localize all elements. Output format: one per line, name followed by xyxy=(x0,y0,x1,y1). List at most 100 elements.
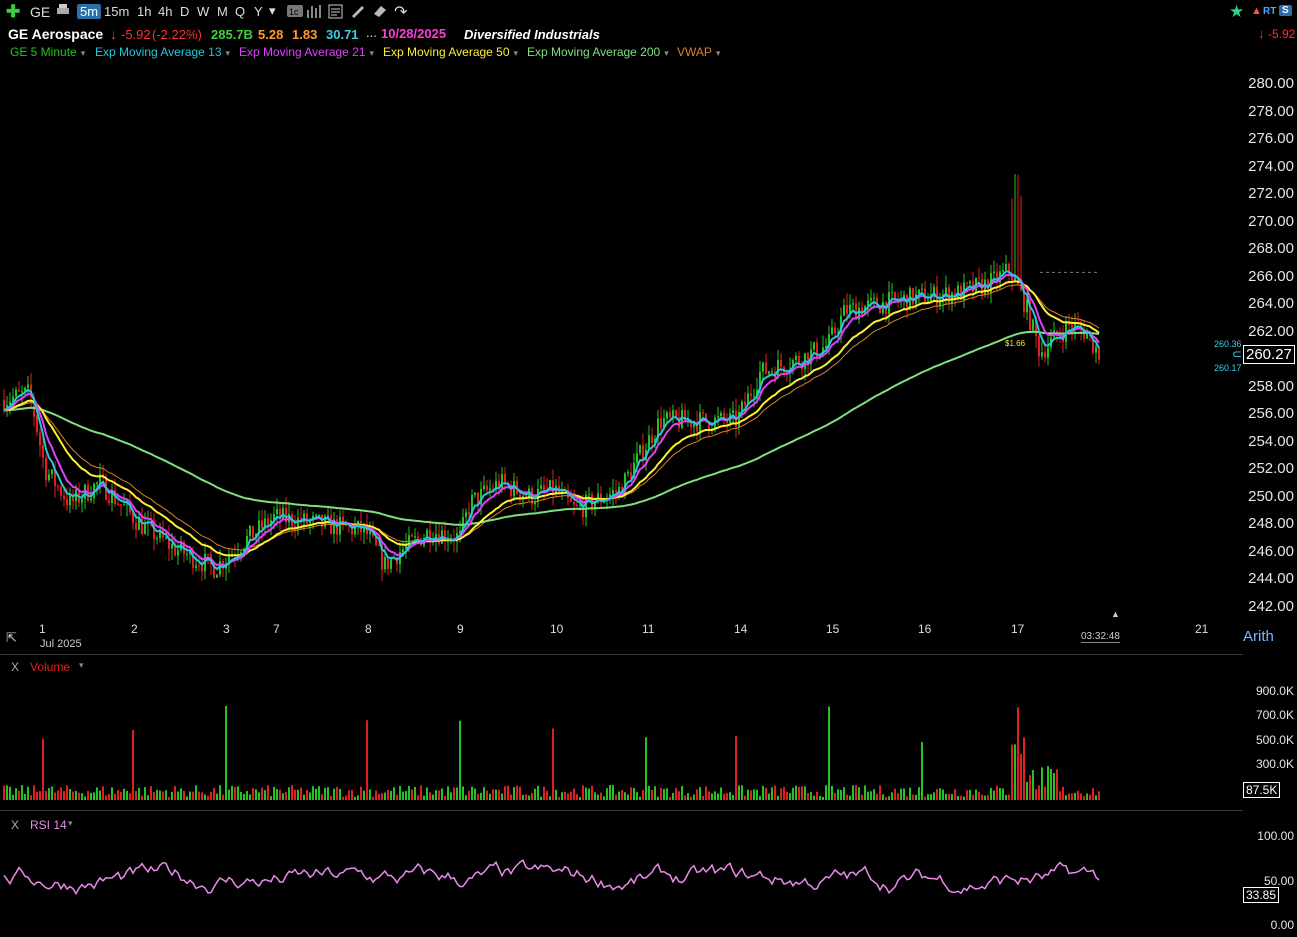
bar-chart-icon[interactable] xyxy=(306,4,322,21)
study-dropdown-icon[interactable]: ▾ xyxy=(226,48,231,58)
eraser-icon[interactable] xyxy=(372,4,387,21)
volume-bar xyxy=(519,786,521,800)
study-item[interactable]: VWAP ▾ xyxy=(677,45,720,59)
price-candle-body xyxy=(651,435,653,444)
timeframe-Y[interactable]: Y xyxy=(254,4,263,19)
volume-bar xyxy=(507,785,509,800)
price-candle-body xyxy=(96,482,98,484)
volume-tick: 500.0K xyxy=(1255,733,1294,747)
volume-bar xyxy=(612,785,614,800)
price-candle-body xyxy=(18,389,20,392)
volume-bar xyxy=(246,791,248,800)
chart-type-icon[interactable]: 1c xyxy=(287,5,303,20)
volume-bar xyxy=(504,786,506,800)
price-candle-body xyxy=(468,512,470,515)
volume-bar xyxy=(285,791,287,800)
volume-bar xyxy=(45,790,47,800)
volume-tick: 700.0K xyxy=(1255,708,1294,722)
volume-bar xyxy=(369,789,371,800)
volume-bar xyxy=(669,796,671,800)
volume-bar xyxy=(570,791,572,800)
volume-bar xyxy=(420,785,422,800)
studies-icon[interactable] xyxy=(328,4,343,22)
print-icon[interactable] xyxy=(56,3,70,20)
volume-bar xyxy=(1014,744,1016,800)
volume-bar xyxy=(132,729,134,800)
volume-bar xyxy=(654,786,656,800)
draw-pencil-icon[interactable] xyxy=(350,3,365,21)
volume-bar xyxy=(807,793,809,800)
more-ellipsis[interactable]: ... xyxy=(366,25,377,40)
study-dropdown-icon[interactable]: ▾ xyxy=(370,48,375,58)
volume-bar xyxy=(138,787,140,800)
volume-bar xyxy=(471,786,473,800)
scroll-marker-icon[interactable]: ▲ xyxy=(1111,609,1120,619)
price-candle-body xyxy=(465,512,467,518)
study-dropdown-icon[interactable]: ▾ xyxy=(664,48,669,58)
volume-bar xyxy=(918,787,920,800)
volume-bar xyxy=(621,790,623,800)
time-tick: 11 xyxy=(642,622,655,636)
volume-bar xyxy=(573,788,575,800)
volume-bar xyxy=(171,791,173,800)
study-item[interactable]: GE 5 Minute ▾ xyxy=(10,45,85,59)
volume-bar xyxy=(66,785,68,800)
time-tick: 3 xyxy=(223,622,230,636)
timeframe-D[interactable]: D xyxy=(180,4,189,19)
volume-bar xyxy=(450,792,452,800)
price-candle-body xyxy=(666,412,668,419)
ema21-line xyxy=(3,273,1100,567)
s-badge[interactable]: S xyxy=(1279,5,1292,16)
price-candle-body xyxy=(639,445,641,454)
scale-type[interactable]: Arith xyxy=(1243,628,1274,645)
timeframe-M[interactable]: M xyxy=(217,4,228,19)
study-item[interactable]: Exp Moving Average 50 ▾ xyxy=(383,45,518,59)
rsi-tick: 50.00 xyxy=(1263,874,1294,888)
study-item[interactable]: Exp Moving Average 200 ▾ xyxy=(527,45,669,59)
price-candle-body xyxy=(369,531,371,535)
volume-bar xyxy=(627,794,629,800)
timeframe-4h[interactable]: 4h xyxy=(158,4,172,19)
collapse-arrows-icon[interactable]: ⇱ xyxy=(6,630,17,646)
price-candle-body xyxy=(483,485,485,489)
timeframe-15m[interactable]: 15m xyxy=(104,4,129,19)
company-name: GE Aerospace xyxy=(8,26,104,42)
study-dropdown-icon[interactable]: ▾ xyxy=(716,48,721,58)
volume-bar xyxy=(816,791,818,800)
volume-bar xyxy=(273,786,275,800)
volume-bar xyxy=(759,796,761,800)
symbol-field[interactable]: GE xyxy=(30,4,50,20)
study-item[interactable]: Exp Moving Average 21 ▾ xyxy=(239,45,374,59)
volume-bar xyxy=(423,795,425,800)
timeframe-1h[interactable]: 1h xyxy=(137,4,151,19)
timeframe-W[interactable]: W xyxy=(197,4,209,19)
timeframe-Q[interactable]: Q xyxy=(235,4,245,19)
timeframe-5m[interactable]: 5m xyxy=(77,4,102,19)
volume-bar xyxy=(744,795,746,800)
volume-bar xyxy=(600,792,602,800)
volume-bar xyxy=(387,790,389,800)
timeframe-dropdown-icon[interactable]: ▾ xyxy=(269,3,276,19)
price-candle-body xyxy=(921,288,923,290)
volume-bar xyxy=(3,785,5,800)
favorite-star-icon[interactable]: ★ xyxy=(1229,2,1244,22)
month-label: Jul 2025 xyxy=(40,638,82,650)
study-label: Exp Moving Average 200 xyxy=(527,45,661,59)
study-dropdown-icon[interactable]: ▾ xyxy=(514,48,519,58)
volume-bar xyxy=(228,789,230,800)
alert-arrow-icon[interactable]: ▲ xyxy=(1251,5,1262,17)
price-candle-body xyxy=(978,277,980,279)
price-chart[interactable] xyxy=(0,60,1243,620)
share-arrow-icon[interactable]: ↷ xyxy=(394,2,407,22)
study-item[interactable]: Exp Moving Average 13 ▾ xyxy=(95,45,230,59)
volume-bar xyxy=(324,787,326,800)
volume-bar xyxy=(645,737,647,800)
study-dropdown-icon[interactable]: ▾ xyxy=(81,48,86,58)
volume-bar xyxy=(258,792,260,800)
rsi-dropdown-icon[interactable]: ▾ xyxy=(68,818,73,829)
add-symbol-icon[interactable]: ✚ xyxy=(6,2,20,22)
volume-bar xyxy=(408,785,410,800)
volume-bar xyxy=(405,791,407,800)
volume-bar xyxy=(735,736,737,800)
price-candle-body xyxy=(702,412,704,414)
